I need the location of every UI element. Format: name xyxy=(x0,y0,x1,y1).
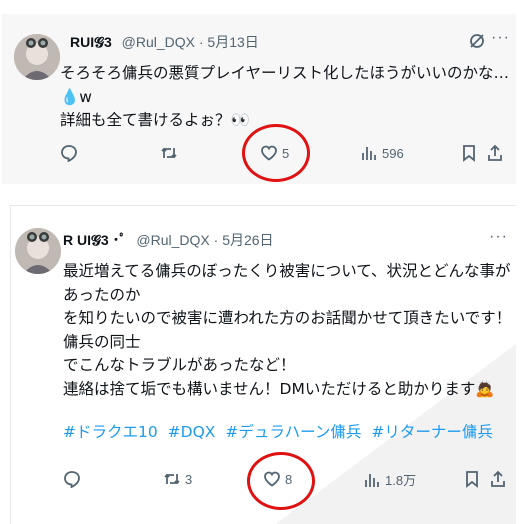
more-icon[interactable]: ··· xyxy=(491,29,510,47)
reply-icon xyxy=(61,145,77,162)
hashtag-link[interactable]: #リターナー傭兵 xyxy=(371,423,493,441)
views-button[interactable]: 596 xyxy=(360,144,404,162)
bookmark-icon xyxy=(463,145,475,162)
view-count: 1.8万 xyxy=(385,473,417,488)
views-icon xyxy=(362,147,376,160)
avatar[interactable] xyxy=(15,228,61,274)
tweet-line: でこんなトラブルがあったなど！ xyxy=(63,356,296,374)
view-count: 596 xyxy=(382,145,404,161)
tweet-line: を知りたいので被害に遭われた方のお話聞かせて頂きたいです！傭兵の同士 xyxy=(63,309,512,351)
hashtag-link[interactable]: #デュラハーン傭兵 xyxy=(225,423,361,441)
bookmark-icon xyxy=(466,471,478,488)
more-icon[interactable]: ··· xyxy=(489,228,508,246)
share-button[interactable] xyxy=(486,144,504,162)
tweet-line: そろそろ傭兵の悪質プレイヤーリスト化したほうがいいのかな…💧w xyxy=(60,64,510,106)
hashtag-list: #ドラクエ10 #DQX #デュラハーン傭兵 #リターナー傭兵 xyxy=(63,421,513,445)
highlight-circle xyxy=(242,124,310,182)
grok-icon[interactable] xyxy=(468,32,486,55)
tweet-card[interactable]: RUI𝓖3 @Rul_DQX · 5月13日 ··· そろそろ傭兵の悪質プレイヤ… xyxy=(2,14,516,184)
views-icon xyxy=(365,473,379,487)
handle-date[interactable]: @Rul_DQX · 5月26日 xyxy=(136,232,273,248)
retweet-count: 3 xyxy=(185,471,193,487)
retweet-icon xyxy=(164,473,180,485)
hashtag-link[interactable]: #DQX xyxy=(168,423,216,441)
tweet-text: そろそろ傭兵の悪質プレイヤーリスト化したほうがいいのかな…💧w 詳細も全て書ける… xyxy=(60,62,516,133)
tweet-text: 最近増えてる傭兵のぼったくり被害について、状況とどんな事があったのか を知りたい… xyxy=(63,260,513,445)
share-button[interactable] xyxy=(489,470,507,488)
display-name[interactable]: R UI𝓖3 ･ﾟ xyxy=(63,232,127,248)
reply-icon xyxy=(64,471,80,488)
highlight-circle xyxy=(247,452,315,510)
handle-date[interactable]: @Rul_DQX · 5月13日 xyxy=(122,34,259,50)
tweet-line: 最近増えてる傭兵のぼったくり被害について、状況とどんな事があったのか xyxy=(63,262,511,304)
tweet-line: 連絡は捨て垢でも構いません！DMいただけると助かります🙇 xyxy=(63,379,495,398)
avatar[interactable] xyxy=(14,34,60,80)
tweet-header: RUI𝓖3 @Rul_DQX · 5月13日 xyxy=(70,32,259,52)
tweet-header: R UI𝓖3 ･ﾟ @Rul_DQX · 5月26日 xyxy=(63,230,274,250)
hashtag-link[interactable]: #ドラクエ10 xyxy=(63,423,158,441)
display-name[interactable]: RUI𝓖3 xyxy=(70,34,112,50)
reply-button[interactable] xyxy=(60,144,78,162)
bookmark-button[interactable] xyxy=(460,144,478,162)
retweet-button[interactable] xyxy=(160,144,178,162)
tweet-card[interactable]: R UI𝓖3 ･ﾟ @Rul_DQX · 5月26日 ··· 最近増えてる傭兵の… xyxy=(10,205,516,524)
views-button[interactable]: 1.8万 xyxy=(363,470,416,489)
bookmark-button[interactable] xyxy=(463,470,481,488)
retweet-icon xyxy=(161,147,177,159)
share-icon xyxy=(491,470,505,487)
reply-button[interactable] xyxy=(63,470,81,488)
share-icon xyxy=(488,144,502,161)
retweet-button[interactable]: 3 xyxy=(163,470,192,488)
